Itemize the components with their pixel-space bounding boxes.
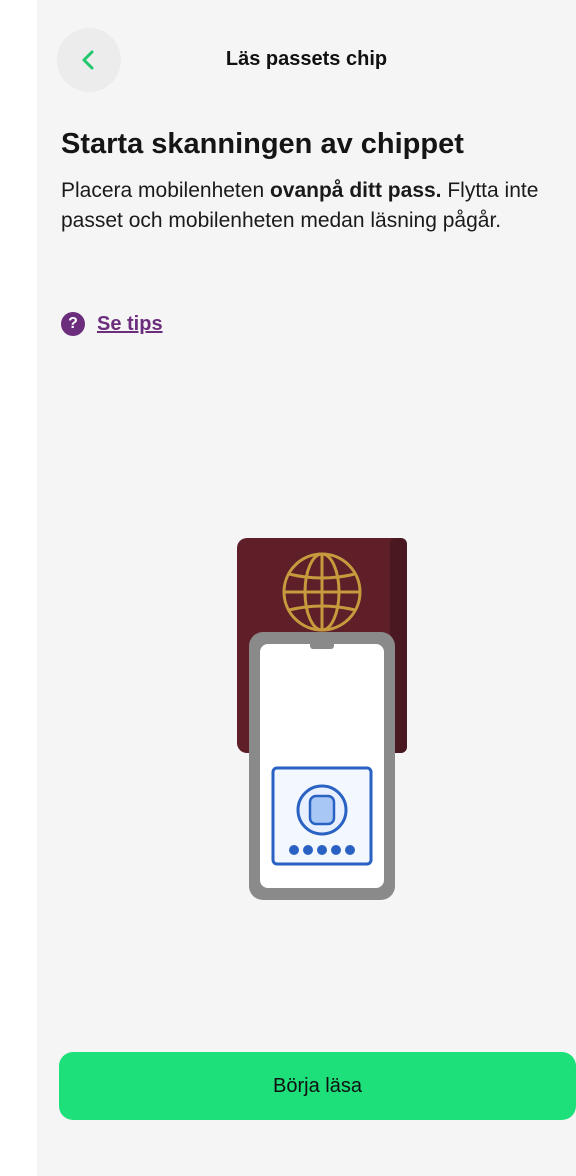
question-icon: ? — [61, 312, 85, 336]
page-title: Läs passets chip — [225, 48, 388, 70]
start-reading-button[interactable]: Börja läsa — [59, 1052, 576, 1120]
instruction-text-start: Placera mobilenheten — [61, 179, 270, 202]
phone-icon — [249, 632, 395, 900]
tips-link-label: Se tips — [97, 312, 163, 335]
instruction-text: Placera mobilenheten ovanpå ditt pass. F… — [61, 176, 571, 236]
instruction-text-bold: ovanpå ditt pass. — [269, 179, 442, 202]
app-screen: Läs passets chip Starta skanningen av ch… — [37, 0, 576, 1176]
phone-on-passport-illustration — [232, 530, 412, 915]
section-heading: Starta skanningen av chippet — [61, 128, 464, 160]
tips-link[interactable]: ? Se tips — [61, 312, 163, 336]
